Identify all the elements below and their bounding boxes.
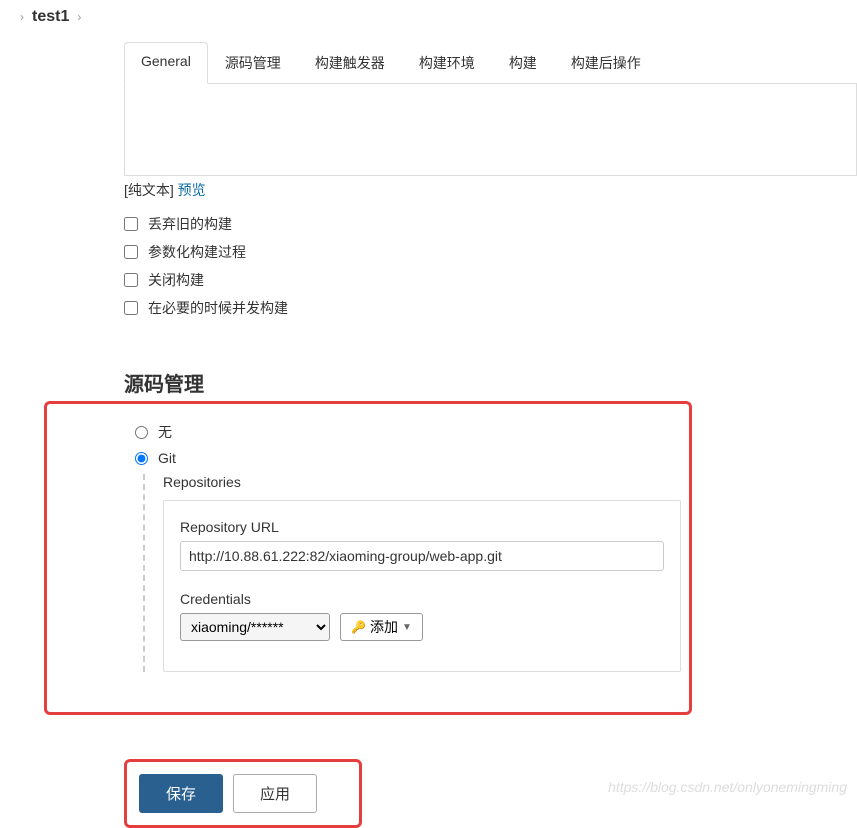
breadcrumb: › test1 ›: [0, 0, 857, 34]
scm-radio-none[interactable]: 无: [135, 422, 681, 442]
repositories-label: Repositories: [163, 474, 681, 490]
tab-scm[interactable]: 源码管理: [208, 42, 298, 83]
chevron-right-icon: ›: [20, 10, 24, 24]
checkbox-input[interactable]: [124, 217, 138, 231]
preview-link[interactable]: 预览: [178, 182, 206, 198]
checkbox-discard-old[interactable]: 丢弃旧的构建: [124, 214, 857, 234]
checkbox-parameterized[interactable]: 参数化构建过程: [124, 242, 857, 262]
repo-url-label: Repository URL: [180, 519, 664, 535]
caret-down-icon: ▼: [402, 622, 412, 633]
scm-highlight-box: 无 Git Repositories Repository URL Creden…: [44, 401, 692, 715]
scm-radio-git[interactable]: Git: [135, 450, 681, 466]
breadcrumb-item[interactable]: test1: [32, 8, 69, 26]
radio-label: 无: [158, 422, 172, 442]
save-button[interactable]: 保存: [139, 774, 223, 813]
radio-input[interactable]: [135, 452, 148, 465]
checkbox-label: 在必要的时候并发构建: [148, 298, 288, 318]
credentials-label: Credentials: [180, 591, 664, 607]
tab-environment[interactable]: 构建环境: [402, 42, 492, 83]
checkbox-disable-build[interactable]: 关闭构建: [124, 270, 857, 290]
tab-general[interactable]: General: [124, 42, 208, 84]
radio-label: Git: [158, 450, 176, 466]
checkbox-label: 参数化构建过程: [148, 242, 246, 262]
footer-highlight-box: 保存 应用: [124, 759, 362, 828]
repo-url-input[interactable]: [180, 541, 664, 571]
checkbox-input[interactable]: [124, 245, 138, 259]
key-icon: 🔑: [351, 620, 366, 634]
apply-button[interactable]: 应用: [233, 774, 317, 813]
checkbox-input[interactable]: [124, 301, 138, 315]
add-label: 添加: [370, 617, 398, 637]
config-tabs: General 源码管理 构建触发器 构建环境 构建 构建后操作: [124, 42, 857, 84]
options-list: 丢弃旧的构建 参数化构建过程 关闭构建 在必要的时候并发构建: [124, 214, 857, 318]
plain-text-label: [纯文本]: [124, 182, 174, 198]
git-config-block: Repositories Repository URL Credentials …: [143, 474, 681, 672]
repository-box: Repository URL Credentials xiaoming/****…: [163, 500, 681, 672]
checkbox-concurrent[interactable]: 在必要的时候并发构建: [124, 298, 857, 318]
description-hint: [纯文本] 预览: [124, 176, 857, 204]
scm-section-title: 源码管理: [124, 368, 857, 401]
chevron-right-icon: ›: [77, 10, 81, 24]
radio-input[interactable]: [135, 426, 148, 439]
description-textarea[interactable]: [124, 84, 857, 176]
checkbox-label: 丢弃旧的构建: [148, 214, 232, 234]
credentials-select[interactable]: xiaoming/******: [180, 613, 330, 641]
checkbox-input[interactable]: [124, 273, 138, 287]
tab-build[interactable]: 构建: [492, 42, 554, 83]
tab-triggers[interactable]: 构建触发器: [298, 42, 402, 83]
checkbox-label: 关闭构建: [148, 270, 204, 290]
tab-postbuild[interactable]: 构建后操作: [554, 42, 658, 83]
add-credentials-button[interactable]: 🔑 添加 ▼: [340, 613, 423, 641]
